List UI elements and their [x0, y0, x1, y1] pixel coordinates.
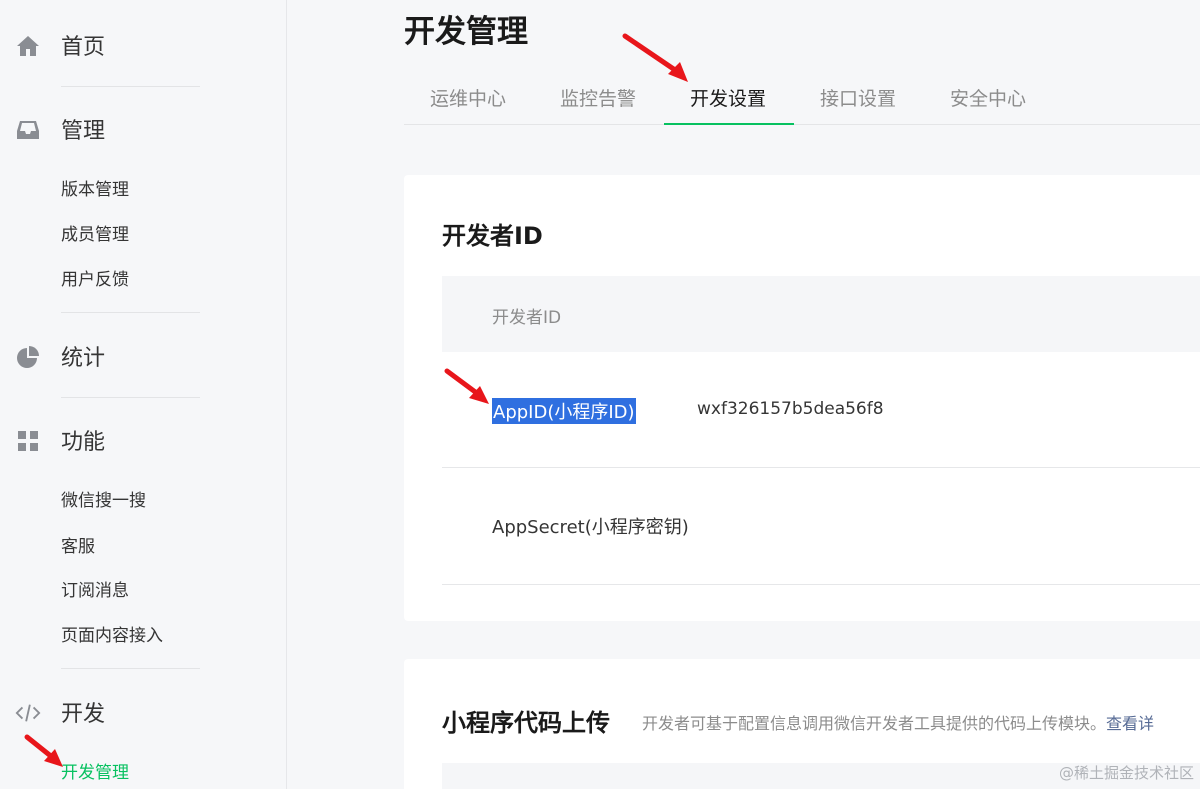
app-root: 首页 管理 版本管理 成员管理 用户反馈 统计 功能 微信搜一搜 客服 订阅消息…	[0, 0, 1200, 789]
sidebar-item-user-feedback[interactable]: 用户反馈	[61, 268, 129, 292]
sidebar-item-page-content-access[interactable]: 页面内容接入	[61, 624, 163, 648]
pie-chart-icon	[15, 344, 41, 370]
annotation-arrow-icon	[444, 368, 489, 404]
active-tab-indicator	[664, 123, 794, 125]
tab-security-center[interactable]: 安全中心	[950, 84, 1026, 111]
code-icon	[15, 700, 41, 726]
inbox-icon	[15, 117, 41, 143]
tab-api-settings[interactable]: 接口设置	[820, 84, 896, 111]
code-upload-description-text: 开发者可基于配置信息调用微信开发者工具提供的代码上传模块。	[642, 714, 1107, 733]
sidebar-item-dev-management[interactable]: 开发管理	[61, 761, 129, 785]
sidebar-section-develop[interactable]: 开发	[0, 692, 240, 732]
annotation-arrow-icon	[622, 33, 688, 82]
annotation-arrow-icon	[24, 734, 63, 767]
sidebar-item-home[interactable]: 首页	[0, 25, 240, 65]
page-title: 开发管理	[404, 14, 528, 50]
sidebar: 首页 管理 版本管理 成员管理 用户反馈 统计 功能 微信搜一搜 客服 订阅消息…	[0, 0, 287, 789]
developer-id-card: 开发者ID 开发者ID AppID(小程序ID) wxf326157b5dea5…	[404, 175, 1200, 621]
appid-value[interactable]: wxf326157b5dea56f8	[697, 399, 884, 419]
tab-dev-settings[interactable]: 开发设置	[690, 84, 766, 111]
sidebar-item-home-label: 首页	[61, 35, 106, 60]
developer-id-table-header: 开发者ID	[442, 276, 1200, 352]
developer-id-table-header-label: 开发者ID	[492, 308, 562, 328]
home-icon	[15, 33, 41, 59]
code-upload-description: 开发者可基于配置信息调用微信开发者工具提供的代码上传模块。查看详	[642, 710, 1154, 734]
sidebar-item-member-management[interactable]: 成员管理	[61, 223, 129, 247]
code-upload-card-title: 小程序代码上传	[442, 709, 610, 737]
tab-ops-center[interactable]: 运维中心	[430, 84, 506, 111]
sidebar-item-stats[interactable]: 统计	[0, 336, 240, 376]
view-details-link[interactable]: 查看详	[1106, 714, 1154, 733]
sidebar-divider	[61, 397, 200, 398]
sidebar-divider	[61, 668, 200, 669]
sidebar-divider	[61, 86, 200, 87]
sidebar-section-manage[interactable]: 管理	[0, 109, 240, 149]
sidebar-divider	[61, 312, 200, 313]
sidebar-item-customer-service[interactable]: 客服	[61, 535, 95, 559]
sidebar-section-develop-label: 开发	[61, 702, 106, 727]
sidebar-item-stats-label: 统计	[61, 346, 106, 371]
developer-id-card-title: 开发者ID	[442, 222, 543, 250]
appsecret-label: AppSecret(小程序密钥)	[492, 517, 689, 538]
sidebar-section-features-label: 功能	[61, 430, 106, 455]
tab-monitoring-alerts[interactable]: 监控告警	[560, 84, 636, 111]
watermark: @稀土掘金技术社区	[1058, 764, 1194, 782]
sidebar-item-wechat-search[interactable]: 微信搜一搜	[61, 489, 146, 513]
table-row-appsecret: AppSecret(小程序密钥)	[442, 468, 1200, 585]
sidebar-section-manage-label: 管理	[61, 119, 106, 144]
table-row-appid: AppID(小程序ID) wxf326157b5dea56f8	[442, 352, 1200, 468]
appid-label: AppID(小程序ID)	[492, 398, 636, 424]
sidebar-item-version-management[interactable]: 版本管理	[61, 178, 129, 202]
grid-icon	[15, 428, 41, 454]
sidebar-section-features[interactable]: 功能	[0, 420, 240, 460]
tab-bar: 运维中心 监控告警 开发设置 接口设置 安全中心	[404, 70, 1200, 125]
sidebar-item-subscription-messages[interactable]: 订阅消息	[61, 579, 129, 603]
